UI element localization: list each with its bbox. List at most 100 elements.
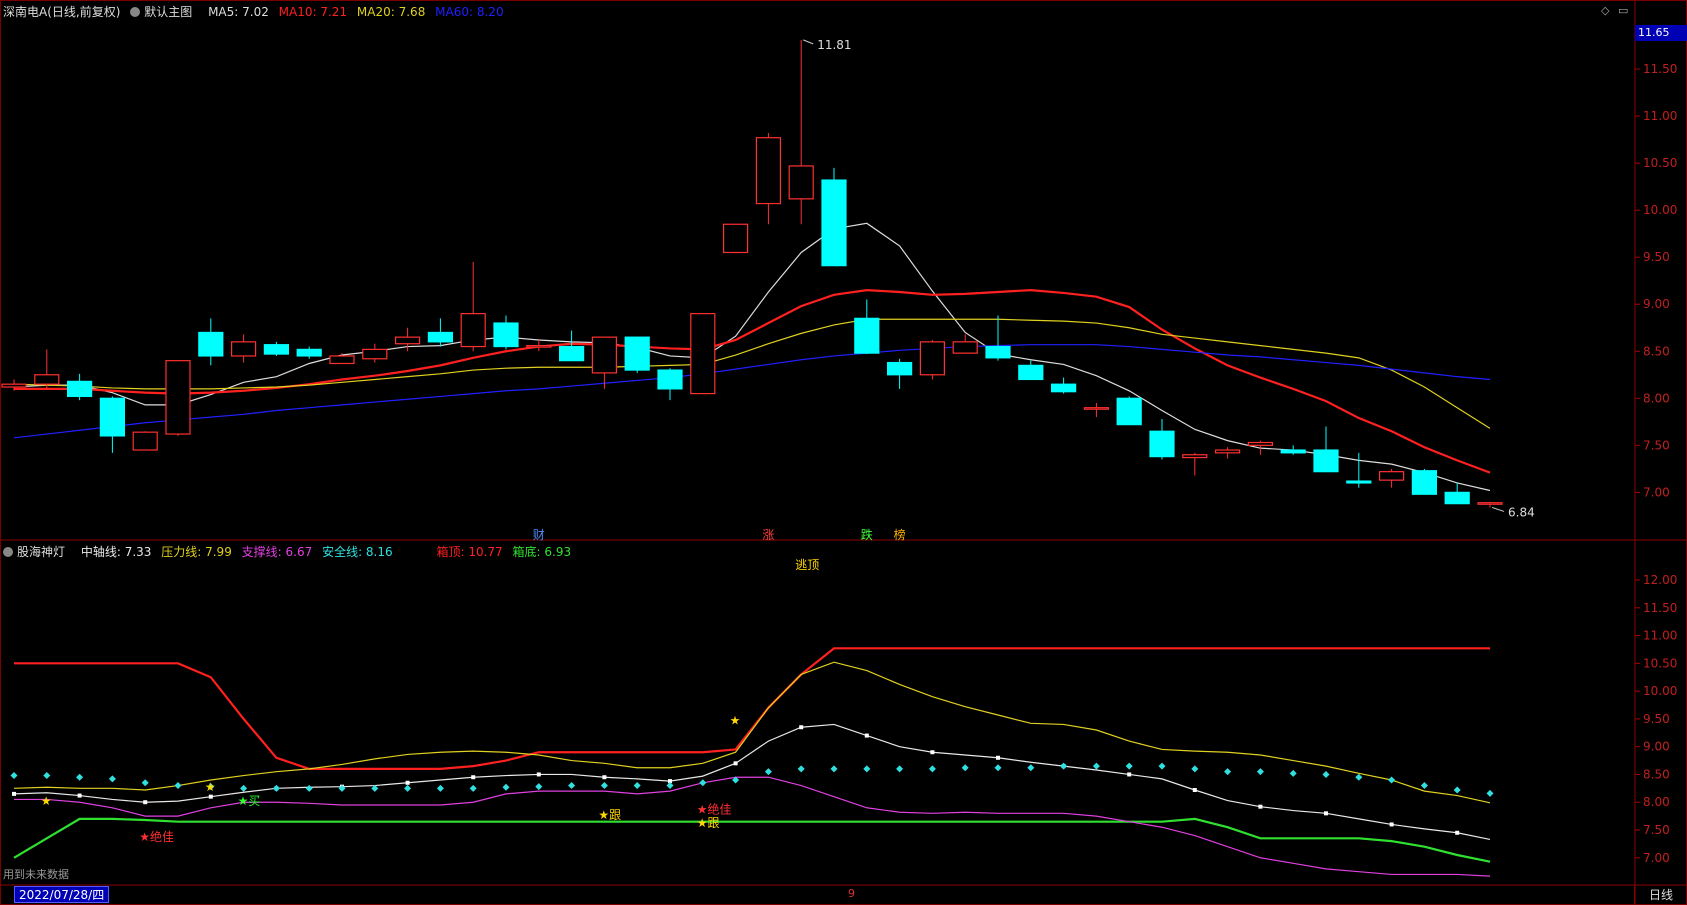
- candle: [66, 373, 93, 401]
- candle-body: [132, 431, 158, 451]
- yali-label: 压力线: 7.99: [161, 545, 232, 559]
- gear-icon: [130, 7, 141, 17]
- candle-body: [99, 397, 126, 437]
- y-tick-label: 11.50: [1643, 601, 1677, 615]
- zhongzhou-point: [733, 761, 738, 766]
- diamond-icon[interactable]: ◇: [1601, 4, 1609, 17]
- candle: [591, 336, 618, 389]
- anquan-point: [469, 784, 477, 792]
- candle: [1050, 377, 1077, 394]
- axis-tick-label: 9: [848, 887, 855, 900]
- candle-body: [1182, 454, 1208, 459]
- event-marker: 榜: [894, 527, 906, 542]
- candle: [1149, 418, 1175, 460]
- anquan-label: 安全线: 8.16: [322, 545, 393, 559]
- frame: [0, 0, 1687, 905]
- candle-body: [526, 345, 552, 348]
- y-tick-label: 11.00: [1643, 629, 1677, 643]
- y-tick-label: 10.00: [1643, 684, 1677, 698]
- signal-label: ★绝佳: [697, 801, 732, 816]
- zhongzhou-point: [1455, 830, 1460, 835]
- candle: [231, 334, 257, 363]
- candle: [755, 133, 782, 225]
- candle-body: [1378, 471, 1405, 481]
- anquan-point: [1322, 770, 1330, 778]
- signal-label: ★: [730, 713, 741, 727]
- anquan-point: [10, 772, 18, 780]
- zhongzhou-point: [864, 733, 869, 738]
- candle: [263, 341, 289, 356]
- anquan-point: [764, 768, 772, 776]
- anquan-point: [1191, 765, 1199, 773]
- zhongzhou-point: [536, 772, 541, 777]
- candle: [493, 315, 519, 350]
- date-cursor-label: 2022/07/28/四: [14, 886, 110, 903]
- anquan-point: [1355, 773, 1363, 781]
- candle: [198, 318, 224, 366]
- anquan-point: [830, 765, 838, 773]
- anquan-point: [404, 784, 412, 792]
- candle-body: [722, 223, 749, 254]
- ma-line-ma20: [13, 318, 1491, 429]
- candle: [165, 360, 191, 436]
- y-tick-label: 11.50: [1643, 62, 1677, 76]
- candle: [1182, 452, 1208, 476]
- candle: [919, 339, 946, 380]
- y-tick-label: 8.00: [1643, 795, 1670, 809]
- signal-label: 逃顶: [795, 558, 819, 572]
- candle: [362, 343, 388, 363]
- anquan-point: [1486, 789, 1494, 797]
- y-tick-label: 12.00: [1643, 573, 1677, 587]
- future-data-note: 用到未来数据: [3, 868, 69, 881]
- anquan-point: [600, 782, 608, 790]
- xiangdi-label: 箱底: 6.93: [512, 545, 572, 559]
- anquan-point: [1388, 776, 1396, 784]
- anquan-point: [76, 773, 84, 781]
- anquan-point: [43, 772, 51, 780]
- candle-body: [1214, 449, 1241, 454]
- candle-body: [821, 179, 847, 267]
- anquan-point: [699, 779, 707, 787]
- candle-body: [1346, 480, 1372, 484]
- candle-body: [755, 137, 782, 205]
- high-price-label: 11.81: [817, 38, 851, 52]
- candle: [1280, 445, 1306, 455]
- zhongzhou-point: [143, 800, 148, 805]
- period-button[interactable]: 日线: [1634, 886, 1687, 904]
- candle-body: [427, 331, 453, 343]
- candle: [460, 261, 486, 352]
- indicator-line: [14, 647, 1490, 770]
- anquan-point: [1224, 768, 1232, 776]
- zhongzhou-point: [77, 793, 82, 798]
- candle-body: [919, 341, 946, 376]
- y-tick-label: 7.00: [1643, 485, 1670, 499]
- anquan-point: [928, 765, 936, 773]
- candle-body: [657, 369, 683, 390]
- zhongzhou-point: [602, 775, 607, 780]
- anquan-point: [633, 782, 641, 790]
- y-tick-label: 9.50: [1643, 712, 1670, 726]
- zhongzhou-label: 中轴线: 7.33: [80, 545, 152, 559]
- candle: [985, 315, 1011, 361]
- indicator-line: [13, 817, 1491, 863]
- candle: [526, 339, 552, 352]
- stock-name[interactable]: 深南电A(日线,前复权): [3, 5, 120, 19]
- y-tick-label: 7.50: [1643, 438, 1670, 452]
- signal-label: ★买: [238, 794, 261, 808]
- candle-body: [296, 348, 322, 357]
- zhongzhou-point: [799, 725, 804, 730]
- candle-body: [263, 344, 289, 355]
- indicator-selector[interactable]: 股海神灯: [3, 545, 71, 559]
- candle: [1313, 426, 1339, 473]
- y-tick-label: 7.00: [1643, 851, 1670, 865]
- ma-line-ma5: [13, 222, 1491, 492]
- window-icon[interactable]: ▭: [1618, 4, 1628, 17]
- anquan-point: [896, 765, 904, 773]
- anquan-point: [797, 765, 805, 773]
- candle: [329, 353, 355, 365]
- main-panel: 7.00 7.50 8.00 8.50 9.00 9.50 10.00 10.50 11.00 1…: [1, 38, 1677, 542]
- candle: [558, 330, 585, 362]
- candle-body: [1050, 383, 1077, 393]
- anquan-point: [502, 783, 510, 791]
- template-selector[interactable]: 默认主图: [130, 5, 198, 19]
